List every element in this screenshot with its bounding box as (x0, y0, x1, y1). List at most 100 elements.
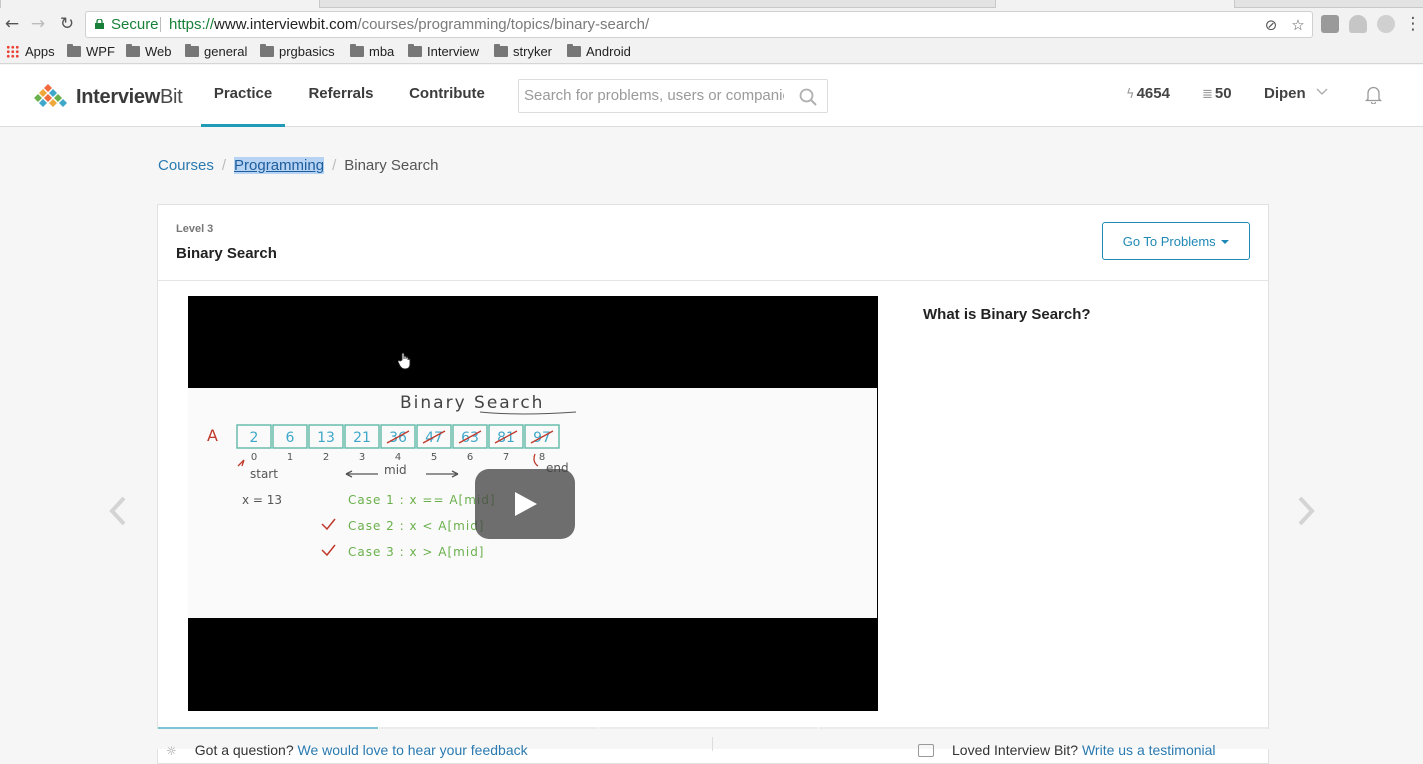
bookmark-folder[interactable]: stryker (494, 43, 552, 61)
array-cell-value: 81 (497, 430, 515, 446)
whiteboard-heading: Binary Search (400, 393, 544, 413)
bookmark-folder[interactable]: WPF (67, 43, 115, 61)
breadcrumb-programming[interactable]: Programming (234, 157, 325, 174)
search-icon[interactable] (799, 88, 817, 106)
array-index: 8 (539, 452, 545, 463)
array-cell-value: 97 (533, 430, 551, 446)
hand-cursor-icon (398, 352, 411, 370)
x-value-label: x = 13 (242, 493, 282, 507)
search-input[interactable] (524, 87, 784, 104)
omnibox-divider (160, 17, 161, 32)
site-header: InterviewBit Practice Referrals Contribu… (0, 65, 1423, 127)
bookmarks-bar: Apps WPF Web general prgbasics mba Inter… (0, 40, 1423, 64)
menu-icon[interactable]: ⋮ (1403, 14, 1423, 34)
mid-label: mid (384, 463, 407, 477)
bookmark-folder[interactable]: Android (567, 43, 631, 61)
breadcrumb-courses[interactable]: Courses (158, 157, 214, 174)
side-heading: What is Binary Search? (923, 306, 1091, 323)
play-button[interactable] (475, 469, 575, 539)
feedback-link[interactable]: We would love to hear your feedback (298, 742, 528, 758)
lock-icon (95, 19, 104, 29)
folder-icon (126, 44, 140, 57)
caret-down-icon (1221, 239, 1230, 244)
nav-contribute[interactable]: Contribute (401, 65, 493, 127)
array-cell-value: 13 (317, 430, 335, 446)
extension-icon[interactable] (1377, 15, 1395, 33)
start-label: start (250, 467, 278, 481)
feedback-bar: ☼ Got a question? We would love to hear y… (0, 729, 1423, 758)
extension-icon[interactable] (1321, 15, 1339, 33)
array-index: 3 (359, 452, 365, 463)
bookmark-folder[interactable]: Interview (408, 43, 479, 61)
array-index: 2 (323, 452, 329, 463)
reload-icon[interactable]: ↻ (57, 14, 77, 34)
browser-toolbar: ← → ↻ Secure https://www.interviewbit.co… (0, 8, 1423, 40)
bookmark-apps[interactable]: Apps (6, 43, 55, 61)
array-cell-value: 63 (461, 430, 479, 446)
translate-icon[interactable]: ⊘ (1262, 16, 1280, 34)
bolt-icon: ϟ (1126, 87, 1135, 102)
array-cell-value: 21 (353, 430, 371, 446)
folder-icon (567, 44, 581, 57)
case-3-label: Case 3 : x > A[mid] (348, 545, 485, 559)
search-box (518, 79, 828, 113)
bookmark-star-icon[interactable]: ☆ (1289, 16, 1307, 34)
case-1-label: Case 1 : x == A[mid] (348, 493, 496, 507)
folder-icon (260, 44, 274, 57)
streak-count: ϟ 4654 (1126, 85, 1170, 102)
feedback-prompt: ☼ Got a question? We would love to hear y… (166, 742, 528, 758)
coins-count: ≣ 50 (1202, 85, 1232, 102)
next-arrow-icon[interactable] (1296, 495, 1316, 527)
forward-icon[interactable]: → (28, 14, 48, 34)
chevron-down-icon[interactable] (1316, 87, 1328, 97)
browser-tab[interactable] (995, 0, 1235, 8)
browser-tab[interactable] (0, 0, 320, 8)
nav-practice[interactable]: Practice (201, 65, 285, 127)
previous-arrow-icon[interactable] (108, 495, 128, 527)
address-bar[interactable]: Secure https://www.interviewbit.com/cour… (85, 11, 1313, 38)
nav-referrals[interactable]: Referrals (298, 65, 384, 127)
coins-icon: ≣ (1202, 87, 1213, 102)
breadcrumb: Courses / Programming / Binary Search (158, 157, 438, 174)
breadcrumb-separator: / (221, 157, 227, 174)
array-cell-value: 6 (286, 430, 295, 446)
bookmark-folder[interactable]: general (185, 43, 247, 61)
testimonial-prompt: Loved Interview Bit? Write us a testimon… (918, 742, 1216, 758)
folder-icon (185, 44, 199, 57)
folder-icon (350, 44, 364, 57)
url-text: https://www.interviewbit.com/courses/pro… (169, 16, 650, 33)
array-index: 0 (251, 452, 257, 463)
go-to-problems-button[interactable]: Go To Problems (1102, 222, 1250, 260)
bookmark-folder[interactable]: mba (350, 43, 394, 61)
array-cell-value: 36 (389, 430, 407, 446)
testimonial-link[interactable]: Write us a testimonial (1082, 742, 1216, 758)
array-cell-value: 47 (425, 430, 443, 446)
array-indices: 0 1 2 3 4 5 6 7 8 (251, 452, 545, 463)
folder-icon (67, 44, 81, 57)
folder-icon (494, 44, 508, 57)
array-index: 1 (287, 452, 293, 463)
breadcrumb-current: Binary Search (344, 157, 439, 174)
case-2-label: Case 2 : x < A[mid] (348, 519, 485, 533)
comment-icon (918, 744, 934, 757)
logo-mark-icon (34, 84, 67, 107)
array-cell-value: 2 (250, 430, 259, 446)
extension-icon[interactable] (1349, 15, 1367, 33)
bookmark-folder[interactable]: prgbasics (260, 43, 335, 61)
array-index: 5 (431, 452, 437, 463)
array-index: 4 (395, 452, 401, 463)
card-header: Level 3 Binary Search Go To Problems (158, 205, 1268, 281)
back-icon[interactable]: ← (2, 14, 22, 34)
lightbulb-icon: ☼ (166, 744, 177, 758)
breadcrumb-separator: / (332, 157, 337, 174)
bookmark-folder[interactable]: Web (126, 43, 172, 61)
bell-icon[interactable] (1365, 85, 1382, 104)
level-label: Level 3 (176, 223, 214, 235)
apps-grid-icon (6, 45, 19, 58)
array-label: A (207, 426, 218, 445)
video-player[interactable]: Binary Search A 2 6 13 21 36 47 63 81 97 0 1 2 3 4 5 6… (188, 296, 878, 711)
secure-label: Secure (111, 16, 159, 33)
array-cells: 2 6 13 21 36 47 63 81 97 (236, 424, 560, 449)
user-menu[interactable]: Dipen (1264, 85, 1306, 102)
array-index: 6 (467, 452, 473, 463)
